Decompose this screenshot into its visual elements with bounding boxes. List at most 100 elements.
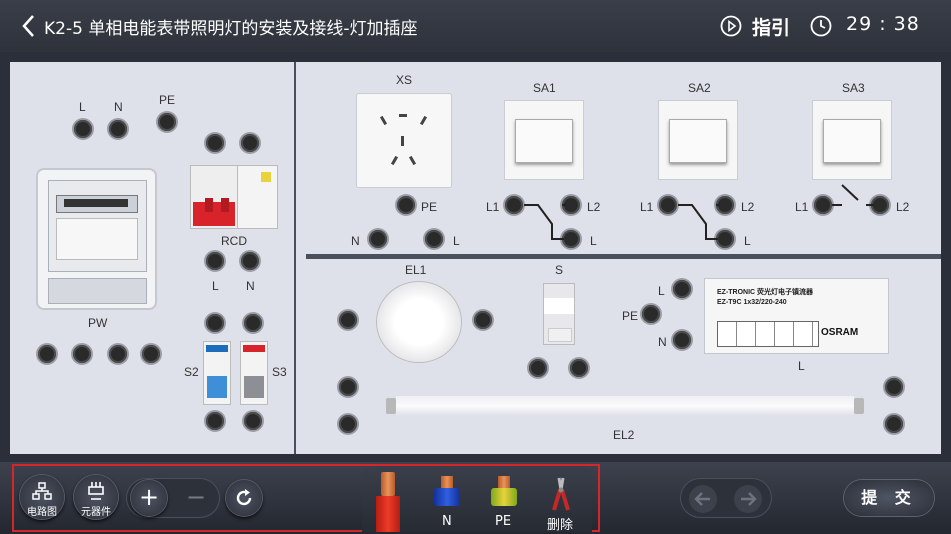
guide-button[interactable]: 指引 xyxy=(752,13,790,40)
label-s3: S3 xyxy=(272,365,287,379)
circuit-diagram-icon xyxy=(32,482,52,500)
play-circle-icon[interactable] xyxy=(720,15,742,37)
terminal-rcd-top-1[interactable] xyxy=(206,134,224,152)
wire-l-red[interactable] xyxy=(376,472,404,532)
ballast-maker: OSRAM xyxy=(821,327,859,338)
board-divider-horizontal xyxy=(306,254,941,259)
terminal-ballast-PE[interactable] xyxy=(642,305,660,323)
breaker-s2[interactable] xyxy=(203,341,231,405)
label-xs-PE: PE xyxy=(421,200,438,214)
component-icon xyxy=(88,482,104,500)
terminal-ballast-L[interactable] xyxy=(673,280,691,298)
wire-pe-label: PE xyxy=(495,514,512,529)
back-arrow-icon[interactable] xyxy=(18,12,40,40)
terminal-el2-left-top[interactable] xyxy=(339,378,357,396)
circuit-diagram-label: 电路图 xyxy=(27,507,57,518)
circuit-diagram-button[interactable]: 电路图 xyxy=(20,475,64,519)
socket-xs[interactable] xyxy=(356,93,452,188)
terminal-el2-left-bottom[interactable] xyxy=(339,415,357,433)
zoom-in-button[interactable]: + xyxy=(131,480,167,516)
label-ballast-L-bottom: L xyxy=(798,359,805,373)
terminal-s-right[interactable] xyxy=(570,359,588,377)
terminal-rcd-L[interactable] xyxy=(206,252,224,270)
terminal-rcd-N[interactable] xyxy=(241,252,259,270)
switch-symbol-sa3 xyxy=(832,184,874,206)
label-pw: PW xyxy=(88,316,108,330)
ballast-model: EZ-T9C 1x32/220-240 xyxy=(717,299,787,306)
countdown-timer: 29 : 38 xyxy=(846,13,920,35)
label-top-PE: PE xyxy=(159,93,176,107)
switch-sa2[interactable] xyxy=(658,100,738,180)
terminal-s3-bottom[interactable] xyxy=(244,412,262,430)
label-sa1: SA1 xyxy=(533,81,556,95)
ballast-brand: EZ-TRONIC 荧光灯电子镇流器 xyxy=(717,289,814,296)
submit-button[interactable]: 提 交 xyxy=(844,480,934,516)
components-button[interactable]: 元器件 xyxy=(74,475,118,519)
terminal-xs-N[interactable] xyxy=(369,230,387,248)
label-xs-N: N xyxy=(351,234,360,248)
electronic-ballast[interactable]: EZ-TRONIC 荧光灯电子镇流器 EZ-T9C 1x32/220-240 O… xyxy=(704,278,889,354)
label-sa3-L2: L2 xyxy=(896,200,910,214)
terminal-xs-PE[interactable] xyxy=(397,196,415,214)
terminal-xs-L[interactable] xyxy=(425,230,443,248)
page-title: K2-5 单相电能表带照明灯的安装及接线-灯加插座 xyxy=(44,19,418,39)
switch-symbol-sa1 xyxy=(524,204,566,240)
label-sa3-L1: L1 xyxy=(795,200,809,214)
fluorescent-tube-el2[interactable] xyxy=(386,396,864,416)
switch-sa1[interactable] xyxy=(504,100,584,180)
top-bar: K2-5 单相电能表带照明灯的安装及接线-灯加插座 指引 29 : 38 xyxy=(0,0,951,52)
label-sa1-L: L xyxy=(590,234,597,248)
terminal-pw-3[interactable] xyxy=(109,345,127,363)
label-sa2-L2: L2 xyxy=(741,200,755,214)
label-sa3: SA3 xyxy=(842,81,865,95)
label-top-N: N xyxy=(114,100,123,114)
terminal-s3-top[interactable] xyxy=(244,314,262,332)
reset-button[interactable] xyxy=(226,480,262,516)
pliers-icon[interactable] xyxy=(549,476,573,512)
terminal-top-L[interactable] xyxy=(74,120,92,138)
terminal-el1-right[interactable] xyxy=(474,311,492,329)
terminal-el2-right-top[interactable] xyxy=(885,378,903,396)
wire-n-label: N xyxy=(442,514,452,529)
label-rcd: RCD xyxy=(221,234,247,248)
switch-sa3[interactable] xyxy=(812,100,892,180)
terminal-pw-1[interactable] xyxy=(38,345,56,363)
terminal-ballast-N[interactable] xyxy=(673,331,691,349)
label-rcd-N: N xyxy=(246,279,255,293)
previous-arrow-icon[interactable] xyxy=(688,484,718,514)
terminal-s2-bottom[interactable] xyxy=(206,412,224,430)
switch-symbol-sa2 xyxy=(678,204,720,240)
rcd-breaker[interactable] xyxy=(190,165,278,229)
terminal-el1-left[interactable] xyxy=(339,311,357,329)
label-sa2-L: L xyxy=(744,234,751,248)
energy-meter-pw[interactable] xyxy=(38,170,155,308)
terminal-pw-4[interactable] xyxy=(142,345,160,363)
label-el1: EL1 xyxy=(405,263,427,277)
terminal-pw-2[interactable] xyxy=(73,345,91,363)
wire-pe-yellow-green[interactable] xyxy=(491,476,519,512)
label-sa2: SA2 xyxy=(688,81,711,95)
label-sa1-L2: L2 xyxy=(587,200,601,214)
delete-label: 删除 xyxy=(547,518,574,533)
label-s2: S2 xyxy=(184,365,199,379)
refresh-icon xyxy=(236,489,252,506)
breaker-s3[interactable] xyxy=(240,341,268,405)
label-s: S xyxy=(555,263,564,277)
label-rcd-L: L xyxy=(212,279,219,293)
terminal-top-N[interactable] xyxy=(109,120,127,138)
terminal-s2-top[interactable] xyxy=(206,314,224,332)
terminal-rcd-top-2[interactable] xyxy=(241,134,259,152)
terminal-el2-right-bottom[interactable] xyxy=(885,415,903,433)
label-ballast-PE: PE xyxy=(622,309,639,323)
label-xs: XS xyxy=(396,73,413,87)
terminal-top-PE[interactable] xyxy=(158,113,176,131)
label-sa2-L1: L1 xyxy=(640,200,654,214)
starter-s[interactable] xyxy=(543,283,575,345)
label-el2: EL2 xyxy=(613,428,635,442)
next-arrow-icon[interactable] xyxy=(733,484,763,514)
label-top-L: L xyxy=(79,100,86,114)
zoom-out-button[interactable]: − xyxy=(178,480,214,516)
lamp-el1[interactable] xyxy=(377,282,461,362)
terminal-s-left[interactable] xyxy=(529,359,547,377)
wire-n-blue[interactable] xyxy=(434,476,462,512)
